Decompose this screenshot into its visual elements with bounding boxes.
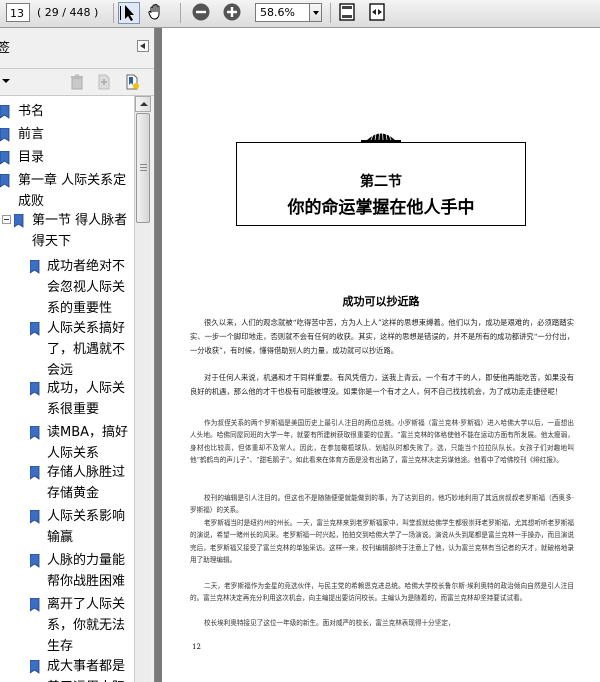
subheading: 成功可以抄近路 xyxy=(342,295,420,308)
options-menu-icon[interactable] xyxy=(2,79,10,83)
select-tool-button[interactable] xyxy=(118,2,140,24)
new-bookmark-icon[interactable] xyxy=(124,74,140,90)
toolbar: 13 ( 29 / 448 ) 58.6% xyxy=(0,0,600,28)
body-paragraph-7: 校长埃利奥特接见了这位一年级的新生。面对威严的校长，富兰克林表现得十分坚定， xyxy=(204,619,455,627)
fit-page-button[interactable] xyxy=(337,2,359,24)
scroll-thumb[interactable] xyxy=(136,113,150,223)
cursor-icon xyxy=(120,5,134,21)
bookmark-item-sub2[interactable]: 人际关系搞好了，机遇就不会远 xyxy=(47,318,133,381)
bookmarks-scrollbar[interactable] xyxy=(134,96,151,682)
minus-circle-icon xyxy=(192,3,210,21)
expand-bookmark-icon[interactable] xyxy=(97,74,111,90)
bookmarks-toolbar xyxy=(0,68,154,96)
bookmark-item-sub5[interactable]: 存储人脉胜过存储黄金 xyxy=(47,462,133,504)
bookmark-item-sub7[interactable]: 人脉的力量能帮你战胜困难 xyxy=(47,550,133,592)
bookmarks-panel: 签 书名 前言 目录 第一章 人际关系定成败 第一节 得人脉者得天下 成功者绝对… xyxy=(0,28,155,682)
page-number: 12 xyxy=(192,643,201,651)
body-paragraph-2: 对于任何人来说，机遇和才干同样重要。有风凭借力，送我上青云。一个有才干的人，即使… xyxy=(190,373,574,397)
body-paragraph-6: 二天，老罗斯福作为金星的竞选伙伴，与民主党的希赖恩克进总统。哈佛大学校长鲁尔斯·… xyxy=(190,582,574,603)
bookmark-icon xyxy=(30,260,40,274)
bookmark-item-preface[interactable]: 前言 xyxy=(18,124,44,145)
toolbar-separator xyxy=(113,3,114,23)
bookmark-icon xyxy=(0,105,10,119)
bookmark-icon xyxy=(30,510,40,524)
trash-icon[interactable] xyxy=(70,74,84,90)
bookmark-item-contents[interactable]: 目录 xyxy=(18,147,44,168)
fit-width-button[interactable] xyxy=(367,2,389,24)
hand-icon xyxy=(148,4,160,20)
scroll-up-button[interactable] xyxy=(135,96,151,112)
bookmark-icon xyxy=(14,214,24,228)
section-number: 第二节 xyxy=(360,174,402,190)
bookmark-icon xyxy=(30,382,40,396)
plus-circle-icon xyxy=(223,3,241,21)
zoom-level-field[interactable]: 58.6% xyxy=(255,3,310,22)
toolbar-separator xyxy=(330,3,331,23)
zoom-in-button[interactable] xyxy=(222,2,244,24)
bookmark-item-title[interactable]: 书名 xyxy=(18,101,44,122)
bookmark-item-section1[interactable]: 第一节 得人脉者得天下 xyxy=(32,210,130,252)
page-count: ( 29 / 448 ) xyxy=(37,6,99,19)
bookmark-icon xyxy=(0,128,10,142)
section-heading-box: 第二节 你的命运掌握在他人手中 xyxy=(236,142,526,226)
bookmark-item-sub8[interactable]: 离开了人际关系，你就无法生存 xyxy=(47,594,133,657)
bookmark-icon xyxy=(0,151,10,165)
bookmark-icon xyxy=(0,174,10,188)
bookmark-icon xyxy=(30,598,40,612)
section-title: 你的命运掌握在他人手中 xyxy=(287,198,475,218)
bookmark-item-sub4[interactable]: 读MBA，搞好人际关系 xyxy=(47,422,133,464)
bookmark-icon xyxy=(30,426,40,440)
bookmark-item-sub3[interactable]: 成功，人际关系很重要 xyxy=(47,378,133,420)
fit-page-icon xyxy=(339,3,355,21)
body-paragraph-4: 校刊的编辑是引人注目的。但这也不是随随便便就能做到的事，为了达到目的，他巧妙地利… xyxy=(190,494,574,515)
bookmark-icon xyxy=(30,554,40,568)
bookmark-item-sub6[interactable]: 人际关系影响输赢 xyxy=(47,506,133,548)
body-paragraph-3: 作为叔侄关系的两个罗斯福是美国历史上最引人注目的两位总统。小罗斯福（富兰克林·罗… xyxy=(190,419,574,465)
zoom-dropdown-button[interactable] xyxy=(309,3,322,22)
toolbar-separator xyxy=(180,3,181,23)
bookmark-icon xyxy=(30,466,40,480)
page-number-input[interactable]: 13 xyxy=(6,3,30,22)
collapse-toggle-icon[interactable] xyxy=(2,215,11,224)
fit-width-icon xyxy=(369,3,385,21)
bookmark-item-sub1[interactable]: 成功者绝对不会忽视人际关系的重要性 xyxy=(47,256,133,319)
bookmark-item-chapter1[interactable]: 第一章 人际关系定成败 xyxy=(18,170,130,212)
zoom-out-button[interactable] xyxy=(191,2,213,24)
document-page: 第二节 你的命运掌握在他人手中 成功可以抄近路 很久以来，人们的观念就被“吃得苦… xyxy=(162,28,600,682)
panel-title: 签 xyxy=(0,41,11,56)
bookmarks-header: 签 xyxy=(0,28,154,66)
collapse-panel-button[interactable] xyxy=(137,40,149,52)
bookmark-icon xyxy=(30,660,40,674)
hand-tool-button[interactable] xyxy=(146,2,168,24)
bookmarks-tree: 书名 前言 目录 第一章 人际关系定成败 第一节 得人脉者得天下 成功者绝对不会… xyxy=(0,96,134,682)
body-paragraph-5: 老罗斯福当时是纽约州的州长。一天，富兰克林来到老罗斯福家中，叫堂叔就给佛学生都很… xyxy=(190,519,574,565)
body-paragraph-1: 很久以来，人们的观念就被“吃得苦中苦，方为人上人”这样的思想束缚着。他们以为，成… xyxy=(190,318,574,356)
bookmark-icon xyxy=(30,322,40,336)
document-viewport[interactable]: 第二节 你的命运掌握在他人手中 成功可以抄近路 很久以来，人们的观念就被“吃得苦… xyxy=(155,28,600,682)
bookmark-item-sub9[interactable]: 成大事者都是善于运用人际 xyxy=(47,656,133,682)
